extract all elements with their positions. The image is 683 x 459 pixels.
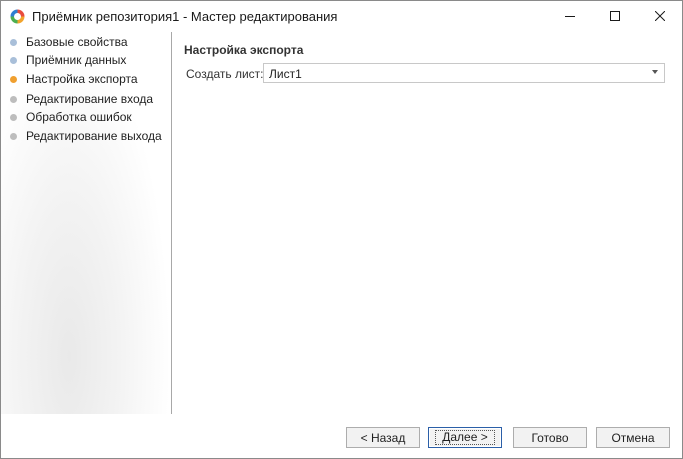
wizard-steps-panel: Базовые свойства Приёмник данных Настрой… (1, 32, 172, 414)
wizard-content-panel: Настройка экспорта Создать лист: Лист1 (173, 32, 682, 414)
back-button[interactable]: < Назад (346, 427, 420, 448)
close-button[interactable] (637, 1, 683, 32)
step-label: Настройка экспорта (26, 72, 138, 86)
step-label: Базовые свойства (26, 35, 128, 49)
create-sheet-value: Лист1 (269, 67, 302, 81)
step-status-dot (10, 56, 17, 64)
next-button-label: Далее > (435, 430, 495, 445)
step-label: Редактирование выхода (26, 129, 162, 143)
step-base-properties[interactable]: Базовые свойства (10, 33, 128, 51)
step-error-handling[interactable]: Обработка ошибок (10, 108, 132, 126)
wizard-footer: < Назад Далее > Готово Отмена (1, 414, 682, 458)
step-data-receiver[interactable]: Приёмник данных (10, 51, 126, 69)
step-label: Обработка ошибок (26, 110, 132, 124)
minimize-icon (565, 10, 575, 24)
section-title: Настройка экспорта (184, 43, 304, 57)
create-sheet-dropdown[interactable]: Лист1 (263, 63, 665, 83)
finish-button[interactable]: Готово (513, 427, 587, 448)
window-title: Приёмник репозитория1 - Мастер редактиро… (32, 9, 338, 24)
title-bar[interactable]: Приёмник репозитория1 - Мастер редактиро… (1, 1, 682, 32)
step-status-dot (10, 75, 17, 83)
step-label: Редактирование входа (26, 92, 154, 106)
step-input-editing[interactable]: Редактирование входа (10, 90, 153, 108)
step-status-dot (10, 95, 17, 103)
app-logo-icon (9, 8, 26, 25)
create-sheet-label: Создать лист: (186, 67, 264, 81)
step-output-editing[interactable]: Редактирование выхода (10, 127, 162, 145)
wizard-window: Приёмник репозитория1 - Мастер редактиро… (0, 0, 683, 459)
close-icon (654, 10, 666, 24)
step-label: Приёмник данных (26, 53, 127, 67)
maximize-button[interactable] (592, 1, 638, 32)
minimize-button[interactable] (547, 1, 593, 32)
step-status-dot (10, 38, 17, 46)
maximize-icon (610, 10, 620, 24)
step-status-dot (10, 132, 17, 140)
next-button[interactable]: Далее > (428, 427, 502, 448)
step-status-dot (10, 113, 17, 121)
step-export-settings[interactable]: Настройка экспорта (10, 70, 138, 88)
chevron-down-icon[interactable] (652, 70, 658, 74)
cancel-button[interactable]: Отмена (596, 427, 670, 448)
